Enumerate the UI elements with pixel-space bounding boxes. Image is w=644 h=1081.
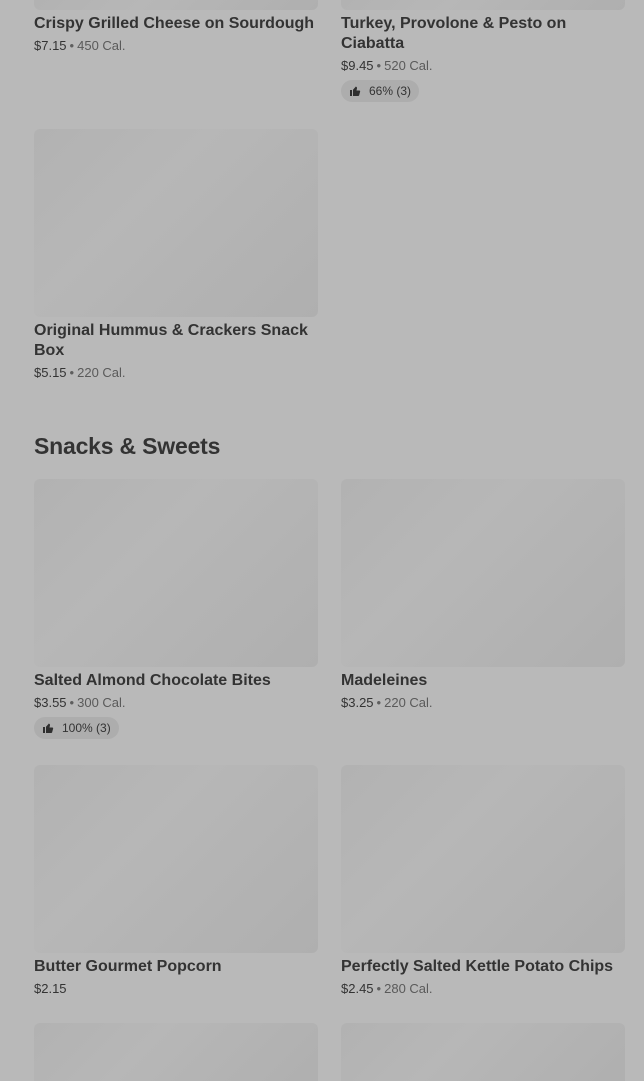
item-price: $2.15 bbox=[34, 981, 67, 996]
item-name[interactable]: Butter Gourmet Popcorn bbox=[34, 957, 318, 977]
section-title: Snacks & Sweets bbox=[34, 433, 221, 459]
item-calories: 220 Cal. bbox=[77, 365, 126, 380]
separator: • bbox=[69, 695, 75, 710]
rating-text: 66% (3) bbox=[369, 84, 412, 98]
item-price: $5.15 bbox=[34, 365, 67, 380]
item-calories: 220 Cal. bbox=[384, 695, 433, 710]
separator: • bbox=[69, 365, 75, 380]
item-calories: 450 Cal. bbox=[77, 38, 126, 53]
menu-item-card[interactable] bbox=[34, 1023, 318, 1081]
item-image[interactable] bbox=[34, 765, 318, 953]
item-image[interactable] bbox=[341, 1023, 625, 1081]
item-price: $2.45 bbox=[341, 981, 374, 996]
item-price: $3.55 bbox=[34, 695, 67, 710]
item-name[interactable]: Turkey, Provolone & Pesto on Ciabatta bbox=[341, 14, 625, 54]
item-name[interactable]: Madeleines bbox=[341, 671, 625, 691]
separator: • bbox=[376, 58, 382, 73]
item-image[interactable] bbox=[34, 1023, 318, 1081]
item-image[interactable] bbox=[341, 765, 625, 953]
item-image[interactable] bbox=[34, 0, 318, 10]
menu-item-card[interactable] bbox=[341, 1023, 625, 1081]
item-image[interactable] bbox=[34, 129, 318, 317]
separator: • bbox=[376, 981, 382, 996]
menu-item-card[interactable]: Butter Gourmet Popcorn $2.15 bbox=[34, 765, 318, 996]
item-meta: $5.15 • 220 Cal. bbox=[34, 365, 318, 380]
item-meta: $3.55 • 300 Cal. bbox=[34, 695, 318, 710]
item-image[interactable] bbox=[341, 479, 625, 667]
menu-item-card[interactable]: Salted Almond Chocolate Bites $3.55 • 300 … bbox=[34, 479, 318, 739]
item-name[interactable]: Salted Almond Chocolate Bites bbox=[34, 671, 318, 691]
item-name[interactable]: Perfectly Salted Kettle Potato Chips bbox=[341, 957, 625, 977]
item-calories: 300 Cal. bbox=[77, 695, 126, 710]
menu-item-card[interactable]: Madeleines $3.25 • 220 Cal. bbox=[341, 479, 625, 710]
menu-item-card[interactable]: Crispy Grilled Cheese on Sourdough $7.15… bbox=[34, 0, 318, 53]
item-meta: $3.25 • 220 Cal. bbox=[341, 695, 625, 710]
item-name[interactable]: Original Hummus & Crackers Snack Box bbox=[34, 321, 318, 361]
item-calories: 280 Cal. bbox=[384, 981, 433, 996]
item-name[interactable]: Crispy Grilled Cheese on Sourdough bbox=[34, 14, 318, 34]
item-price: $9.45 bbox=[341, 58, 374, 73]
rating-badge: 100% (3) bbox=[34, 717, 119, 739]
menu-item-card[interactable]: Perfectly Salted Kettle Potato Chips $2.… bbox=[341, 765, 625, 996]
item-meta: $7.15 • 450 Cal. bbox=[34, 38, 318, 53]
item-meta: $2.15 bbox=[34, 981, 318, 996]
item-meta: $9.45 • 520 Cal. bbox=[341, 58, 625, 73]
thumbs-up-icon bbox=[43, 723, 54, 733]
separator: • bbox=[69, 38, 75, 53]
thumbs-up-icon bbox=[350, 86, 361, 96]
separator: • bbox=[376, 695, 382, 710]
item-image[interactable] bbox=[34, 479, 318, 667]
rating-badge: 66% (3) bbox=[341, 80, 420, 102]
menu-page: Crispy Grilled Cheese on Sourdough $7.15… bbox=[0, 0, 644, 1081]
item-calories: 520 Cal. bbox=[384, 58, 433, 73]
item-image[interactable] bbox=[341, 0, 625, 10]
menu-item-card[interactable]: Original Hummus & Crackers Snack Box $5.… bbox=[34, 129, 318, 380]
rating-text: 100% (3) bbox=[62, 721, 111, 735]
item-price: $7.15 bbox=[34, 38, 67, 53]
item-price: $3.25 bbox=[341, 695, 374, 710]
item-meta: $2.45 • 280 Cal. bbox=[341, 981, 625, 996]
menu-item-card[interactable]: Turkey, Provolone & Pesto on Ciabatta $9… bbox=[341, 0, 625, 102]
